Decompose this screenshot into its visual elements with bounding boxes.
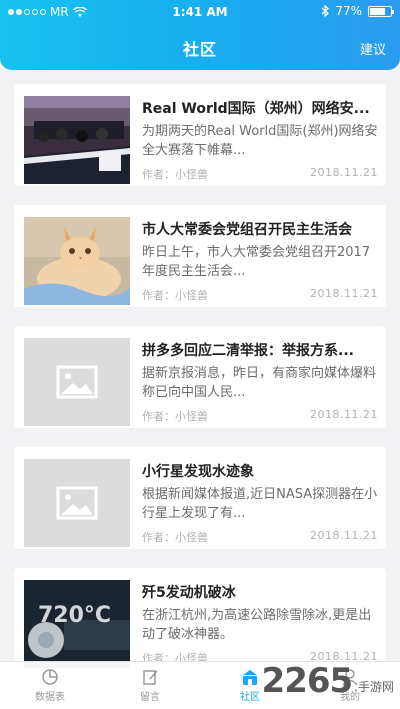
article-summary: 在浙江杭州,为高速公路除雪除冰,更是出动了破冰神器。 [142, 608, 372, 642]
status-bar: MR 1:41 AM 77% [0, 4, 400, 22]
battery-percent: 77% [335, 4, 362, 18]
article-thumbnail-cat [24, 217, 130, 305]
article-author: 作者：小怪兽 [142, 168, 208, 181]
article-date: 2018.11.21 [310, 287, 378, 300]
article-title: 市人大常委会党组召开民主生活会 [142, 222, 352, 238]
site-watermark: 2265 .手游网 [262, 661, 394, 701]
article-summary: 根据新闻媒体报道,近日NASA探测器在小行星上发现了有... [142, 487, 378, 521]
article-card[interactable]: 市人大常委会党组召开民主生活会 昨日上午，市人大常委会党组召开2017年度民主生… [14, 205, 386, 307]
app-header: MR 1:41 AM 77% 社区 建议 [0, 0, 400, 70]
article-summary: 为期两天的Real World国际(郑州)网络安全大赛落下帷幕... [142, 124, 378, 158]
community-icon [243, 670, 257, 685]
page-title: 社区 [182, 40, 217, 59]
tab-label: 社区 [240, 692, 260, 703]
thumb-overlay-text: 720°C [38, 603, 111, 628]
article-thumbnail-conference [24, 96, 130, 184]
bluetooth-icon [321, 5, 330, 17]
image-placeholder-icon [24, 459, 130, 547]
tab-message[interactable]: 留言 [100, 662, 200, 709]
watermark-number: 2265 [261, 661, 354, 701]
image-placeholder-icon [24, 338, 130, 426]
suggest-button[interactable]: 建议 [360, 39, 386, 58]
article-date: 2018.11.21 [310, 529, 378, 542]
watermark-text: .手游网 [354, 680, 394, 694]
article-thumbnail-jet-engine: 720°C [24, 580, 130, 668]
article-date: 2018.11.21 [310, 408, 378, 421]
article-author: 作者：小怪兽 [142, 410, 208, 423]
article-card[interactable]: 720°C 歼5发动机破冰 在浙江杭州,为高速公路除雪除冰,更是出动了破冰神器。… [14, 568, 386, 670]
tab-data-table[interactable]: 数据表 [0, 662, 100, 709]
article-summary: 昨日上午，市人大常委会党组召开2017年度民主生活会... [142, 245, 371, 279]
article-card[interactable]: 小行星发现水迹象 根据新闻媒体报道,近日NASA探测器在小行星上发现了有... … [14, 447, 386, 549]
tab-label: 数据表 [35, 692, 65, 703]
article-title: 拼多多回应二清举报：举报方系... [142, 343, 354, 359]
edit-icon [143, 670, 158, 685]
article-date: 2018.11.21 [310, 166, 378, 179]
article-summary: 据新京报消息，昨日，有商家向媒体爆料称已向中国人民... [142, 366, 377, 400]
article-author: 作者：小怪兽 [142, 531, 208, 544]
article-card[interactable]: Real World国际（郑州）网络安... 为期两天的Real World国际… [14, 84, 386, 186]
article-title: 小行星发现水迹象 [142, 464, 254, 480]
battery-icon [368, 5, 394, 17]
article-author: 作者：小怪兽 [142, 289, 208, 302]
article-title: 歼5发动机破冰 [142, 585, 236, 601]
article-list: Real World国际（郑州）网络安... 为期两天的Real World国际… [14, 84, 386, 689]
status-right: 77% [321, 4, 394, 18]
tab-label: 留言 [140, 692, 160, 703]
article-card[interactable]: 拼多多回应二清举报：举报方系... 据新京报消息，昨日，有商家向媒体爆料称已向中… [14, 326, 386, 428]
pie-chart-icon [42, 669, 58, 685]
article-title: Real World国际（郑州）网络安... [142, 101, 370, 117]
